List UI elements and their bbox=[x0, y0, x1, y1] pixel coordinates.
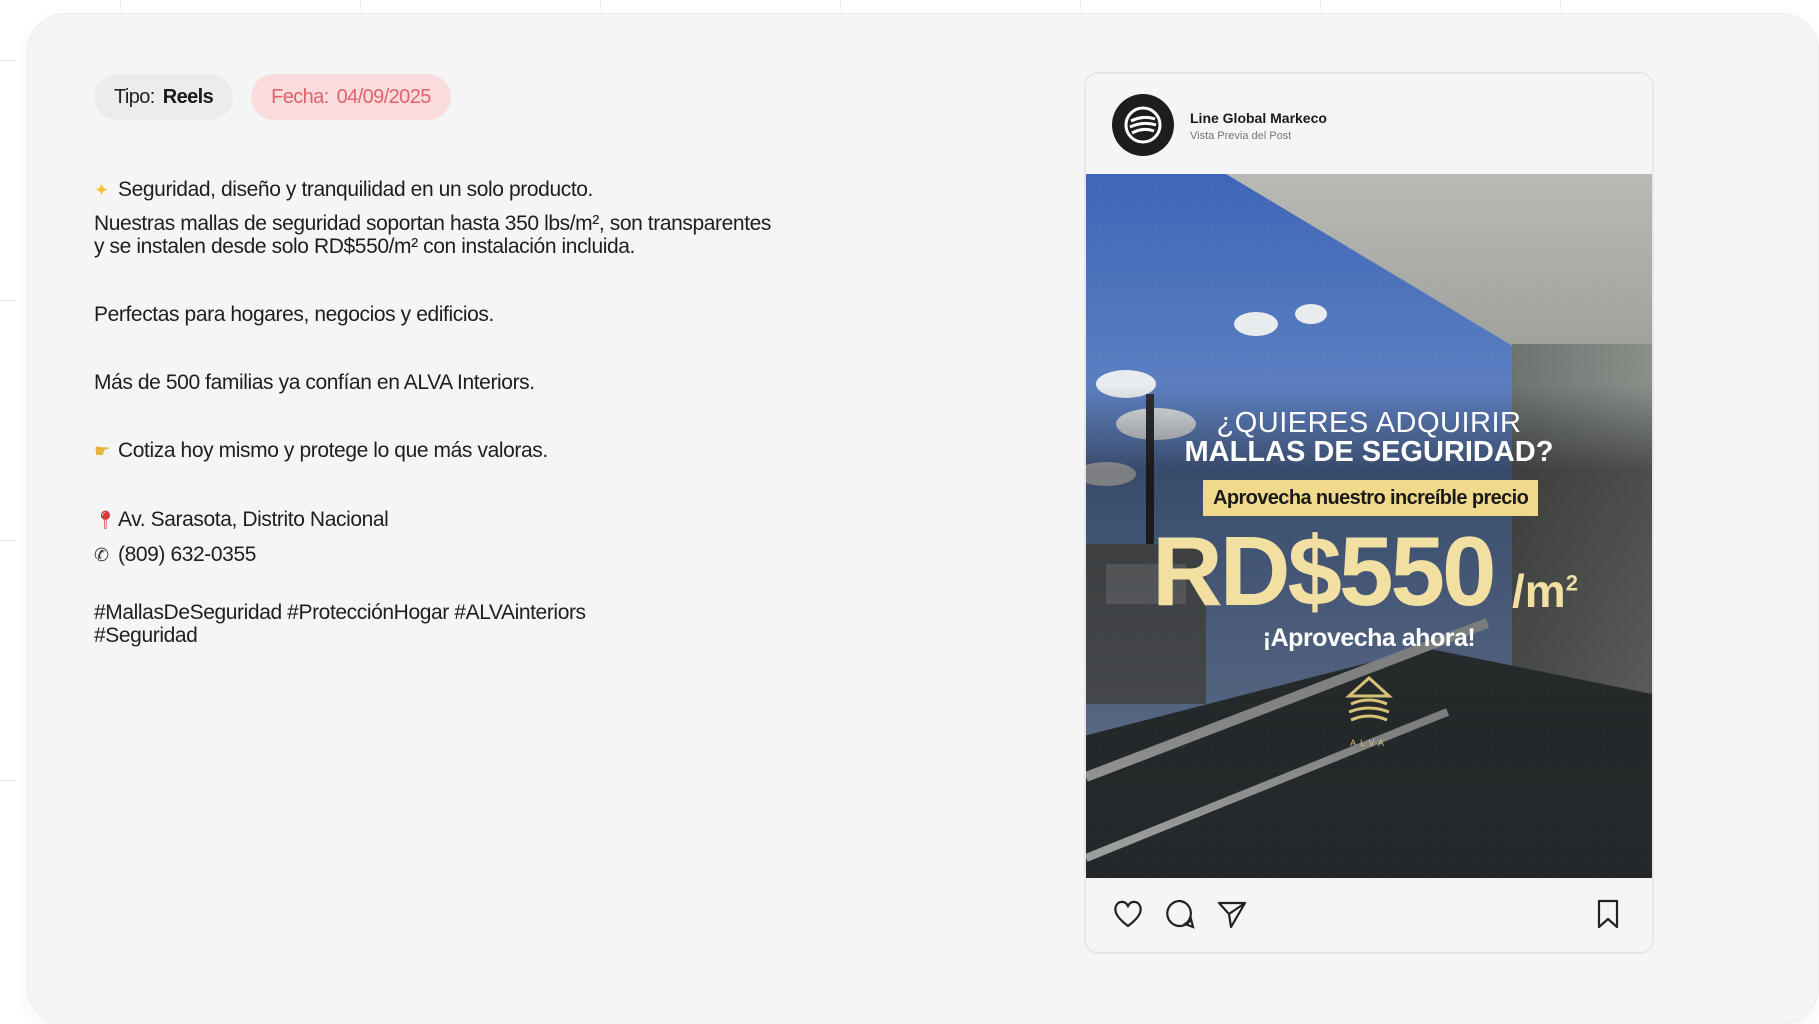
post-image[interactable]: ¿QUIERES ADQUIRIR MALLAS DE SEGURIDAD? A… bbox=[1086, 174, 1652, 878]
phone-line: ✆ (809) 632-0355 bbox=[94, 543, 774, 567]
send-icon[interactable] bbox=[1214, 896, 1250, 932]
hashtags: #MallasDeSeguridad #ProtecciónHogar #ALV… bbox=[94, 601, 586, 647]
promo-unit: /m2 bbox=[1512, 564, 1578, 618]
caption-line: ☛ Cotiza hoy mismo y protege lo que más v… bbox=[94, 439, 774, 463]
avatar[interactable] bbox=[1112, 94, 1174, 156]
phone-icon: ✆ bbox=[94, 545, 109, 565]
caption-line: ✦ Seguridad, diseño y tranquilidad en un … bbox=[94, 178, 774, 202]
sparkle-icon: ✦ bbox=[94, 180, 109, 200]
post-caption: ✦ Seguridad, diseño y tranquilidad en un … bbox=[94, 178, 774, 647]
address-text: Av. Sarasota, Distrito Nacional bbox=[118, 508, 389, 531]
type-value: Reels bbox=[162, 85, 214, 108]
promo-price: RD$550 bbox=[1152, 516, 1497, 626]
post-card: Tipo: Reels Fecha: 04/09/2025 ✦ Seguridad… bbox=[28, 14, 1818, 1024]
phone-text: (809) 632-0355 bbox=[118, 543, 257, 566]
date-label: Fecha: bbox=[271, 85, 329, 108]
account-subtitle: Vista Previa del Post bbox=[1190, 130, 1292, 142]
alva-logo-icon bbox=[1345, 675, 1393, 722]
preview-header: Line Global Markeco Vista Previa del Pos… bbox=[1086, 74, 1652, 174]
type-label: Tipo: bbox=[114, 85, 155, 108]
caption-line: Más de 500 familias ya confían en ALVA I… bbox=[94, 371, 535, 394]
bookmark-icon[interactable] bbox=[1590, 896, 1626, 932]
type-tag: Tipo: Reels bbox=[94, 74, 234, 120]
address-line: 📍︎Av. Sarasota, Distrito Nacional bbox=[94, 508, 774, 532]
instagram-preview: Line Global Markeco Vista Previa del Pos… bbox=[1084, 72, 1654, 954]
post-tags: Tipo: Reels Fecha: 04/09/2025 bbox=[94, 74, 451, 120]
alva-logo-text: ALVA bbox=[1350, 738, 1388, 748]
pointing-hand-icon: ☛ bbox=[94, 441, 110, 461]
pin-icon: 📍︎ bbox=[94, 510, 117, 530]
heart-icon[interactable] bbox=[1110, 896, 1146, 932]
date-tag: Fecha: 04/09/2025 bbox=[251, 74, 451, 120]
promo-headline-bold: MALLAS DE SEGURIDAD? bbox=[1184, 436, 1554, 468]
promo-cta: ¡Aprovecha ahora! bbox=[1262, 624, 1476, 652]
comment-icon[interactable] bbox=[1162, 896, 1198, 932]
unit-text: /m bbox=[1512, 565, 1566, 617]
preview-actions bbox=[1086, 878, 1652, 952]
brand-logo-icon bbox=[1124, 106, 1162, 144]
date-value: 04/09/2025 bbox=[336, 85, 432, 108]
unit-superscript: 2 bbox=[1565, 570, 1578, 596]
caption-text: Cotiza hoy mismo y protege lo que más va… bbox=[118, 439, 548, 462]
caption-text: Seguridad, diseño y tranquilidad en un s… bbox=[118, 178, 593, 201]
caption-line: Perfectas para hogares, negocios y edifi… bbox=[94, 303, 494, 326]
promo-badge: Aprovecha nuestro increíble precio bbox=[1203, 480, 1539, 516]
account-name[interactable]: Line Global Markeco bbox=[1190, 110, 1327, 126]
caption-line: Nuestras mallas de seguridad soportan ha… bbox=[94, 212, 772, 258]
